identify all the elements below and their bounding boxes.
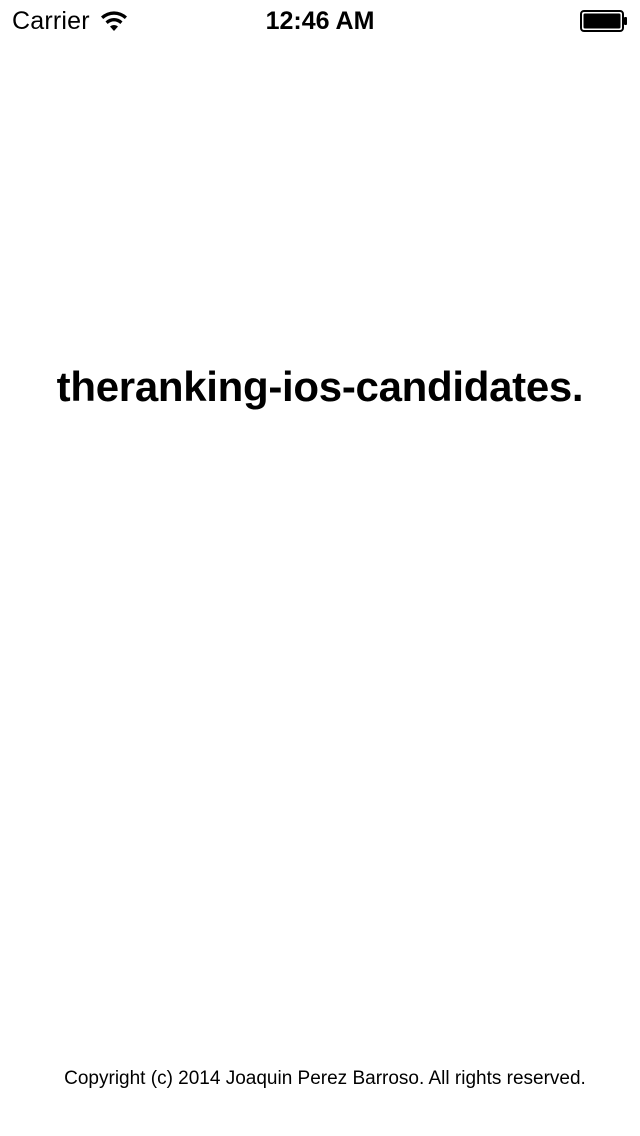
copyright-label: Copyright (c) 2014 Joaquin Perez Barroso… [64, 1068, 586, 1089]
status-time: 12:46 AM [265, 7, 375, 35]
status-bar: Carrier 12:46 AM [0, 0, 640, 40]
app-title-label: theranking-ios-candidates. [56, 363, 584, 410]
battery-icon [580, 10, 627, 32]
